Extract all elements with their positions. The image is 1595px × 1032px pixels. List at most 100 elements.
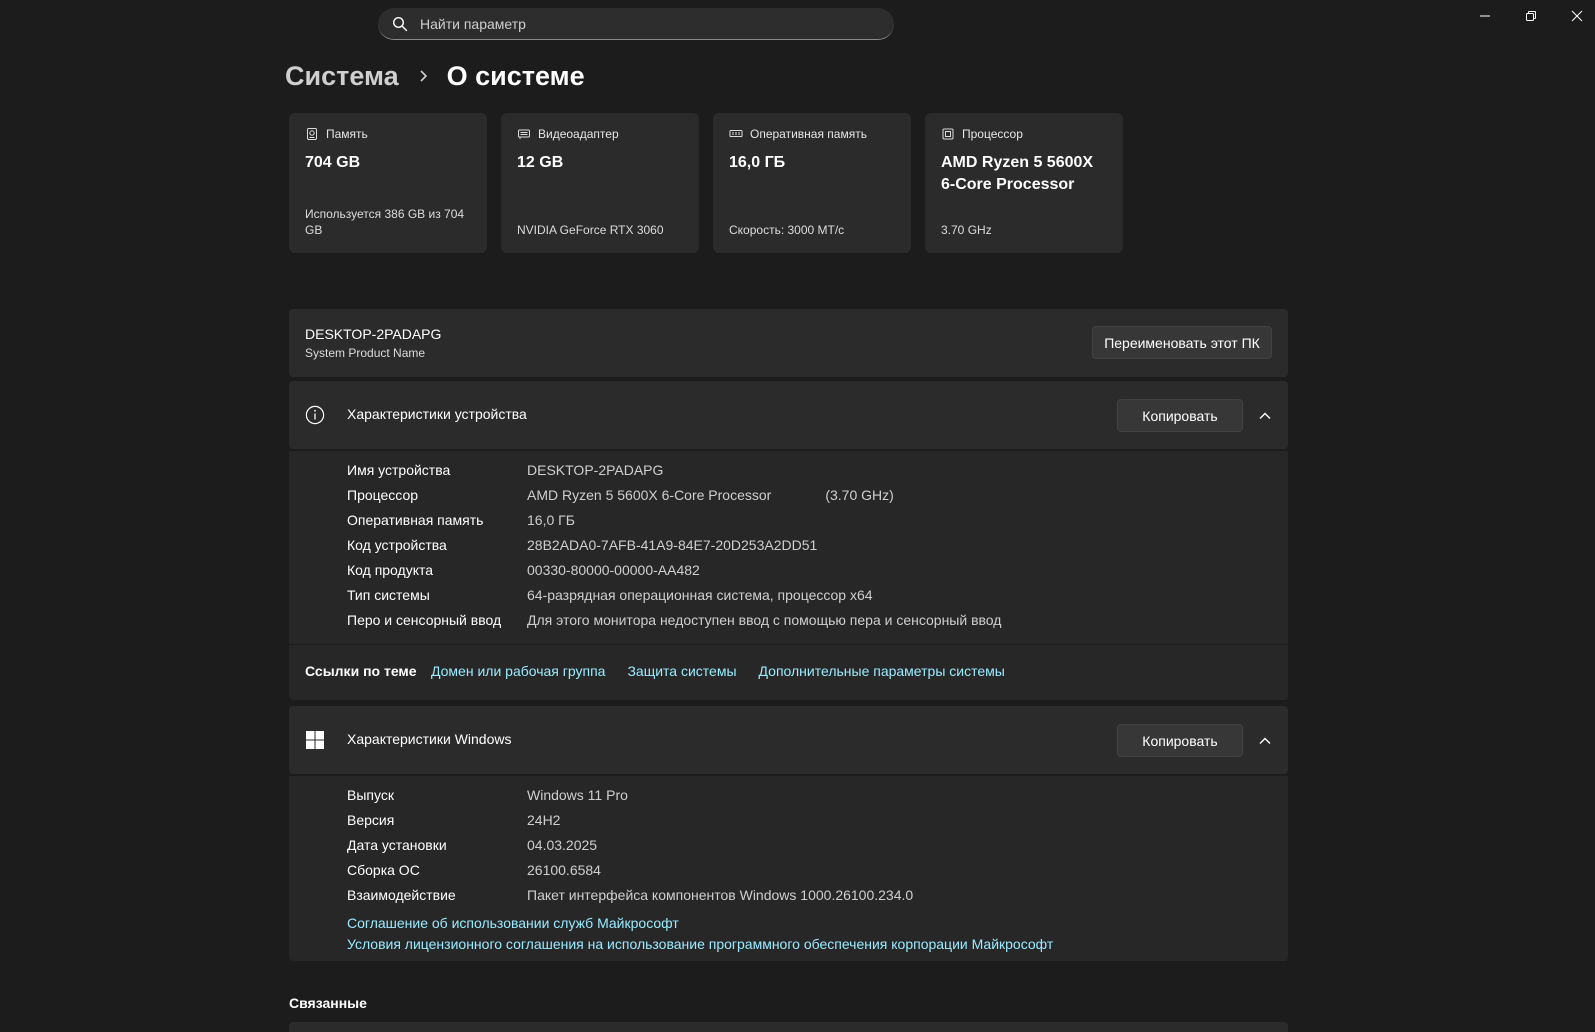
link-license-terms[interactable]: Условия лицензионного соглашения на испо… [347,936,1053,952]
tile-value: AMD Ryzen 5 5600X 6-Core Processor [941,154,1094,193]
spec-row: Дата установки 04.03.2025 [347,832,913,857]
spec-value: 26100.6584 [527,861,601,878]
device-specs-title: Характеристики устройства [347,406,527,422]
link-advanced-system-settings[interactable]: Дополнительные параметры системы [759,663,1005,679]
spec-label: Имя устройства [347,461,451,478]
tile-label: Видеоадаптер [538,127,619,141]
spec-value: DESKTOP-2PADAPG [527,461,664,478]
processor-icon [942,128,954,140]
device-specs-body: Имя устройства DESKTOP-2PADAPG Процессор… [289,450,1288,644]
display-adapter-icon [518,129,530,139]
tile-value: 16,0 ГБ [729,154,786,171]
spec-row: Перо и сенсорный ввод Для этого монитора… [347,607,1001,632]
page-title: О системе [446,60,585,91]
tile-label: Процессор [962,127,1023,141]
spec-row: Тип системы 64-разрядная операционная си… [347,582,1001,607]
copy-windows-specs-button[interactable]: Копировать [1117,724,1243,757]
spec-value: 16,0 ГБ [527,511,575,528]
pc-model: System Product Name [305,346,426,360]
spec-row: Сборка ОС 26100.6584 [347,857,913,882]
tile-storage[interactable]: Память 704 GB Используется 386 GB из 704… [289,113,487,253]
storage-icon [307,128,317,140]
spec-label: Код устройства [347,536,447,553]
related-links-title: Ссылки по теме [305,663,417,679]
close-icon [1571,10,1583,22]
search-box[interactable] [378,8,894,40]
related-section-card[interactable] [289,1022,1288,1032]
windows-specs-body: Выпуск Windows 11 Pro Версия 24H2 Дата у… [289,775,1288,961]
spec-value: Пакет интерфейса компонентов Windows 100… [527,886,914,903]
windows-specs-title: Характеристики Windows [347,731,512,747]
rename-pc-button[interactable]: Переименовать этот ПК [1092,326,1272,359]
windows-specs-header[interactable]: Характеристики Windows Копировать [289,706,1288,774]
tile-ram[interactable]: Оперативная память 16,0 ГБ Скорость: 300… [713,113,911,253]
summary-tiles: Память 704 GB Используется 386 GB из 704… [289,113,1123,253]
tile-label: Память [326,127,368,141]
search-input[interactable] [418,14,894,33]
spec-label: Дата установки [347,836,447,853]
chevron-up-icon[interactable] [1258,734,1272,748]
tile-value: 12 GB [517,154,564,171]
tile-processor[interactable]: Процессор AMD Ryzen 5 5600X 6-Core Proce… [925,113,1123,253]
tile-display-adapter[interactable]: Видеоадаптер 12 GB NVIDIA GeForce RTX 30… [501,113,699,253]
device-specs-list: Имя устройства DESKTOP-2PADAPG Процессор… [347,457,1001,632]
spec-extra: (3.70 GHz) [825,486,894,503]
link-domain-workgroup[interactable]: Домен или рабочая группа [431,663,605,679]
spec-label: Сборка ОС [347,861,420,878]
chevron-up-icon[interactable] [1258,409,1272,423]
chevron-right-icon [420,70,427,82]
spec-row: Имя устройства DESKTOP-2PADAPG [347,457,1001,482]
spec-value: 24H2 [527,811,561,828]
tile-sub: 3.70 GHz [941,223,992,237]
spec-label: Код продукта [347,561,434,578]
breadcrumb-parent[interactable]: Система [285,61,399,92]
spec-value: 28B2ADA0-7AFB-41A9-84E7-20D253A2DD51 [527,536,818,553]
related-links-row: Ссылки по теме Домен или рабочая группа … [289,644,1288,700]
spec-row: Код устройства 28B2ADA0-7AFB-41A9-84E7-2… [347,532,1001,557]
spec-value: Для этого монитора недоступен ввод с пом… [527,611,1002,628]
search-icon [392,16,408,31]
spec-label: Взаимодействие [347,886,456,903]
link-services-agreement[interactable]: Соглашение об использовании служб Майкро… [347,915,679,931]
spec-label: Выпуск [347,786,394,803]
restore-icon [1526,11,1536,21]
tile-label: Оперативная память [750,127,867,141]
copy-device-specs-button[interactable]: Копировать [1117,399,1243,432]
spec-row: Взаимодействие Пакет интерфейса компонен… [347,882,913,907]
pc-name: DESKTOP-2PADAPG [305,326,442,342]
spec-row: Выпуск Windows 11 Pro [347,782,913,807]
spec-value: 64-разрядная операционная система, проце… [527,586,873,603]
spec-row: Версия 24H2 [347,807,913,832]
windows-legal-links: Соглашение об использовании служб Майкро… [347,912,1053,954]
pc-name-panel: DESKTOP-2PADAPG System Product Name Пере… [289,309,1288,377]
spec-value: 00330-80000-00000-AA482 [527,561,700,578]
minimize-button[interactable] [1462,0,1508,32]
windows-logo-icon [306,731,324,749]
spec-value: Windows 11 Pro [527,786,628,803]
spec-row: Процессор AMD Ryzen 5 5600X 6-Core Proce… [347,482,1001,507]
spec-row: Оперативная память 16,0 ГБ [347,507,1001,532]
tile-value: 704 GB [305,154,361,171]
ram-icon [729,130,743,137]
tile-sub: NVIDIA GeForce RTX 3060 [517,223,664,237]
spec-label: Версия [347,811,395,828]
info-icon [305,405,325,425]
spec-label: Тип системы [347,586,430,603]
device-specs-header[interactable]: Характеристики устройства Копировать [289,381,1288,449]
related-links: Домен или рабочая группа Защита системы … [431,663,1005,679]
spec-label: Оперативная память [347,511,484,528]
spec-row: Код продукта 00330-80000-00000-AA482 [347,557,1001,582]
minimize-icon [1480,15,1490,17]
related-section-title: Связанные [289,995,367,1011]
link-system-protection[interactable]: Защита системы [627,663,736,679]
restore-button[interactable] [1508,0,1554,32]
tile-sub: Используется 386 GB из 704 GB [305,207,465,237]
close-button[interactable] [1554,0,1595,32]
spec-label: Процессор [347,486,419,503]
spec-value: 04.03.2025 [527,836,598,853]
windows-specs-list: Выпуск Windows 11 Pro Версия 24H2 Дата у… [347,782,913,907]
breadcrumb: Система О системе [285,56,585,96]
spec-value: AMD Ryzen 5 5600X 6-Core Processor [527,486,772,503]
tile-sub: Скорость: 3000 MT/с [729,223,845,237]
spec-label: Перо и сенсорный ввод [347,611,502,628]
